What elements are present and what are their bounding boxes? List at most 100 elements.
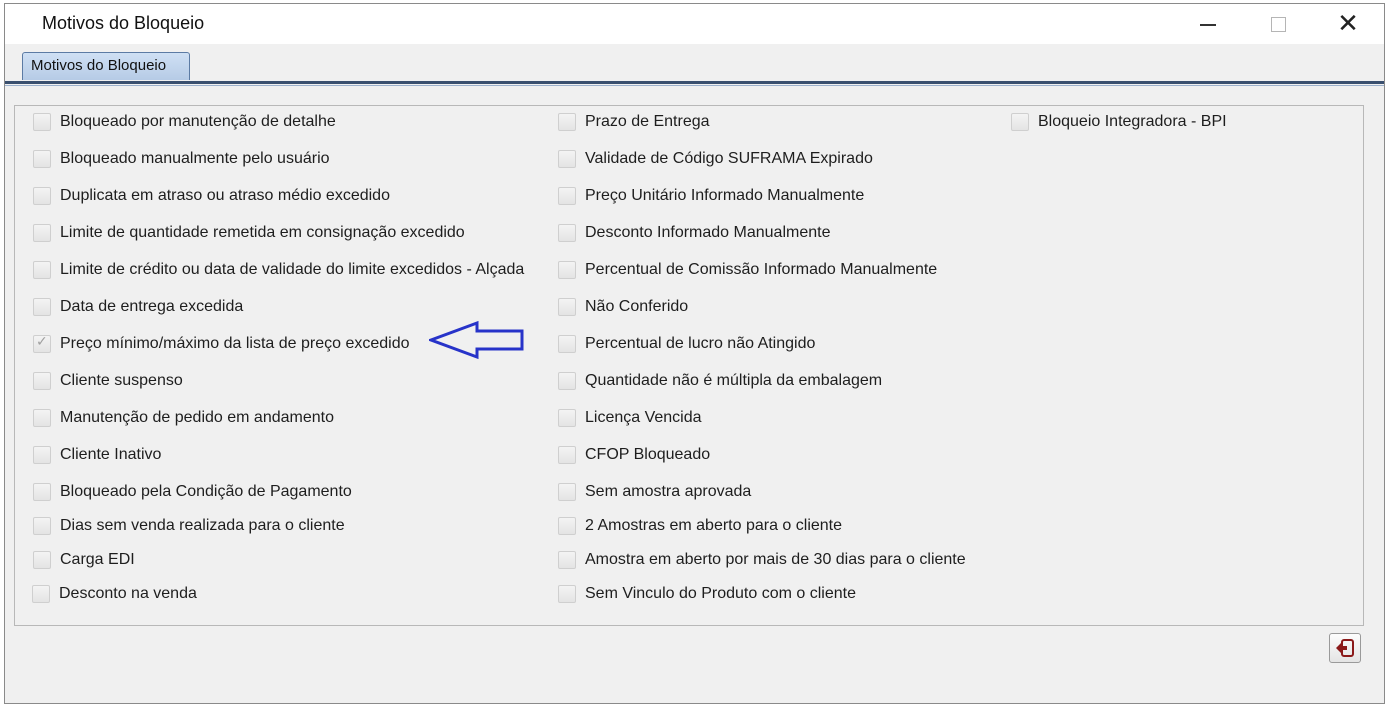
- checkbox[interactable]: [33, 372, 51, 390]
- checkbox-label: Sem Vinculo do Produto com o cliente: [585, 585, 856, 602]
- checkbox-row[interactable]: Carga EDI: [33, 548, 135, 572]
- minimize-button[interactable]: [1185, 4, 1231, 44]
- checkbox[interactable]: [33, 187, 51, 205]
- checkbox-row[interactable]: Dias sem venda realizada para o cliente: [33, 514, 345, 538]
- checkbox-label: Licença Vencida: [585, 409, 702, 426]
- checkbox-row[interactable]: 2 Amostras em aberto para o cliente: [558, 514, 842, 538]
- checkbox[interactable]: [558, 261, 576, 279]
- checkbox-row[interactable]: Sem Vinculo do Produto com o cliente: [558, 582, 856, 606]
- exit-door-icon: [1336, 639, 1354, 657]
- checkbox[interactable]: [558, 150, 576, 168]
- checkbox-label: Carga EDI: [60, 551, 135, 568]
- checkbox-row[interactable]: Data de entrega excedida: [33, 295, 243, 319]
- checkbox-row[interactable]: Cliente Inativo: [33, 443, 161, 467]
- checkbox-row[interactable]: Desconto na venda: [32, 582, 197, 606]
- checkbox[interactable]: [558, 298, 576, 316]
- title-bar: Motivos do Bloqueio ✕: [5, 4, 1384, 44]
- checkbox-label: Preço mínimo/máximo da lista de preço ex…: [60, 335, 410, 352]
- checkbox-label: Percentual de Comissão Informado Manualm…: [585, 261, 938, 278]
- checkbox-label: Amostra em aberto por mais de 30 dias pa…: [585, 551, 966, 568]
- checkbox[interactable]: [33, 261, 51, 279]
- checkbox[interactable]: [33, 551, 51, 569]
- tab-label: Motivos do Bloqueio: [31, 57, 167, 74]
- checkbox-row[interactable]: Não Conferido: [558, 295, 688, 319]
- checkbox[interactable]: [33, 409, 51, 427]
- checkbox-label: Percentual de lucro não Atingido: [585, 335, 816, 352]
- checkbox-label: Quantidade não é múltipla da embalagem: [585, 372, 883, 389]
- checkbox-row[interactable]: Sem amostra aprovada: [558, 480, 751, 504]
- checkbox-label: Sem amostra aprovada: [585, 483, 752, 500]
- close-button[interactable]: ✕: [1325, 4, 1371, 44]
- checkbox[interactable]: [32, 585, 50, 603]
- checkbox-row[interactable]: Duplicata em atraso ou atraso médio exce…: [33, 184, 390, 208]
- exit-button[interactable]: [1329, 633, 1361, 663]
- checkbox-row[interactable]: Manutenção de pedido em andamento: [33, 406, 334, 430]
- tab-strip: Motivos do Bloqueio: [5, 44, 1384, 82]
- checkbox[interactable]: [33, 150, 51, 168]
- checkbox-row[interactable]: Quantidade não é múltipla da embalagem: [558, 369, 882, 393]
- checkbox-label: 2 Amostras em aberto para o cliente: [585, 517, 843, 534]
- maximize-icon: [1270, 16, 1286, 32]
- checkbox[interactable]: [33, 446, 51, 464]
- checkbox[interactable]: [558, 483, 576, 501]
- checkbox-label: Limite de quantidade remetida em consign…: [60, 224, 465, 241]
- checkbox-label: Cliente suspenso: [60, 372, 183, 389]
- checkbox-label: Bloqueado por manutenção de detalhe: [60, 113, 336, 130]
- checkbox-row[interactable]: ✓ Preço mínimo/máximo da lista de preço …: [33, 332, 410, 356]
- checkbox-label: Bloqueado manualmente pelo usuário: [60, 150, 330, 167]
- checkbox[interactable]: [33, 483, 51, 501]
- checkbox[interactable]: [33, 298, 51, 316]
- tab-underline-highlight: [5, 85, 1384, 86]
- checkbox[interactable]: [558, 113, 576, 131]
- checkbox-label: Desconto na venda: [59, 585, 197, 602]
- checkbox[interactable]: [558, 585, 576, 603]
- checkbox-checked[interactable]: ✓: [33, 334, 51, 353]
- tab-underline: [5, 81, 1384, 84]
- reasons-panel: Bloqueado por manutenção de detalhe Bloq…: [14, 105, 1364, 626]
- checkbox-row[interactable]: Limite de crédito ou data de validade do…: [33, 258, 524, 282]
- checkbox-label: Validade de Código SUFRAMA Expirado: [585, 150, 873, 167]
- checkbox-label: Manutenção de pedido em andamento: [60, 409, 334, 426]
- checkbox-row[interactable]: Prazo de Entrega: [558, 110, 710, 134]
- checkbox-row[interactable]: Bloqueado manualmente pelo usuário: [33, 147, 330, 171]
- checkbox-row[interactable]: Preço Unitário Informado Manualmente: [558, 184, 864, 208]
- checkbox-label: Dias sem venda realizada para o cliente: [60, 517, 345, 534]
- checkbox-label: Bloqueio Integradora - BPI: [1038, 113, 1227, 130]
- checkbox[interactable]: [33, 517, 51, 535]
- checkbox[interactable]: [558, 187, 576, 205]
- close-icon: ✕: [1337, 9, 1359, 39]
- checkbox[interactable]: [33, 224, 51, 242]
- checkbox[interactable]: [558, 551, 576, 569]
- checkbox-row[interactable]: Bloqueado pela Condição de Pagamento: [33, 480, 352, 504]
- checkbox[interactable]: [558, 409, 576, 427]
- maximize-button[interactable]: [1255, 4, 1301, 44]
- checkbox-row[interactable]: Licença Vencida: [558, 406, 702, 430]
- checkbox[interactable]: [558, 335, 576, 353]
- checkbox-row[interactable]: Limite de quantidade remetida em consign…: [33, 221, 465, 245]
- checkbox-row[interactable]: Desconto Informado Manualmente: [558, 221, 830, 245]
- checkbox[interactable]: [558, 372, 576, 390]
- checkbox-label: Desconto Informado Manualmente: [585, 224, 831, 241]
- checkmark-icon: ✓: [36, 334, 48, 350]
- checkbox[interactable]: [558, 446, 576, 464]
- checkbox-row[interactable]: Bloqueio Integradora - BPI: [1011, 110, 1227, 134]
- checkbox-label: Não Conferido: [585, 298, 689, 315]
- annotation-arrow-icon: [429, 320, 524, 360]
- checkbox-row[interactable]: Percentual de lucro não Atingido: [558, 332, 815, 356]
- checkbox[interactable]: [1011, 113, 1029, 131]
- checkbox[interactable]: [33, 113, 51, 131]
- checkbox[interactable]: [558, 517, 576, 535]
- checkbox-row[interactable]: Bloqueado por manutenção de detalhe: [33, 110, 336, 134]
- checkbox-label: Prazo de Entrega: [585, 113, 710, 130]
- window-title: Motivos do Bloqueio: [42, 13, 205, 33]
- checkbox-row[interactable]: Amostra em aberto por mais de 30 dias pa…: [558, 548, 966, 572]
- checkbox-label: Preço Unitário Informado Manualmente: [585, 187, 865, 204]
- checkbox-label: Cliente Inativo: [60, 446, 162, 463]
- checkbox-row[interactable]: Validade de Código SUFRAMA Expirado: [558, 147, 873, 171]
- checkbox-row[interactable]: Cliente suspenso: [33, 369, 183, 393]
- minimize-icon: [1200, 24, 1216, 26]
- checkbox-row[interactable]: CFOP Bloqueado: [558, 443, 710, 467]
- checkbox[interactable]: [558, 224, 576, 242]
- tab-motivos-do-bloqueio[interactable]: Motivos do Bloqueio: [22, 52, 190, 80]
- checkbox-row[interactable]: Percentual de Comissão Informado Manualm…: [558, 258, 937, 282]
